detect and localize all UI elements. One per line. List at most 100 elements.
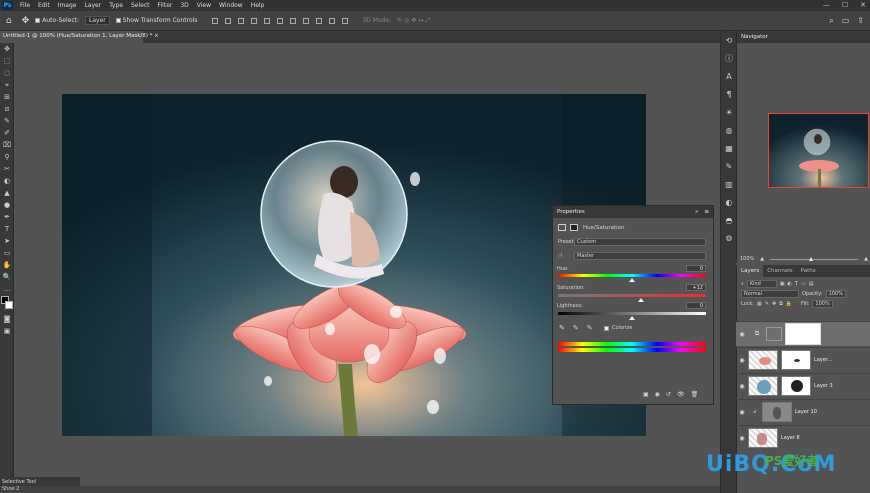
navigator-zoom-value[interactable]: 100% [740,256,754,262]
lock-pixels-icon[interactable]: ▦ [757,301,762,307]
tab-layers[interactable]: Layers [737,265,764,277]
paragraph-icon[interactable]: ¶ [721,85,737,103]
styles-icon[interactable]: ◓ [721,211,737,229]
3d-scale-icon[interactable]: ⤢ [425,17,430,25]
lock-position-icon[interactable]: ✥ [772,301,776,307]
color-swatches[interactable] [0,295,13,313]
history-brush-icon[interactable]: ✂ [0,163,14,175]
reset-icon[interactable]: ↺ [666,391,671,398]
crop-tool-icon[interactable]: ⊞ [0,91,14,103]
hue-slider-track[interactable] [558,274,706,277]
background-color[interactable] [5,301,13,309]
menu-type[interactable]: Type [105,2,127,9]
screen-mode-icon[interactable]: ▣ [0,325,14,337]
marquee-tool-icon[interactable]: ⬚ [0,55,14,67]
zoom-in-icon[interactable]: ▲ [864,256,868,262]
tab-channels[interactable]: Channels [763,265,796,277]
zoom-out-icon[interactable]: ▲ [760,256,764,262]
transform-controls-checkbox[interactable] [115,18,121,23]
align-left-icon[interactable] [212,17,219,24]
chain-link-icon[interactable]: ⧉ [748,330,766,338]
preset-dropdown[interactable]: Custom [574,238,706,246]
menu-help[interactable]: Help [247,2,269,9]
visibility-eye-icon[interactable]: ◉ [736,357,748,364]
collapse-icon[interactable]: » [695,209,698,215]
eyedropper-tool-icon[interactable]: ✎ [0,115,14,127]
navigator-thumbnail[interactable] [768,113,869,188]
lightness-slider-track[interactable] [558,312,706,315]
quick-select-tool-icon[interactable]: ⌖ [0,79,14,91]
path-select-icon[interactable]: ➤ [0,235,14,247]
distribute-horizontal-icon[interactable] [316,17,323,24]
menu-image[interactable]: Image [54,2,81,9]
move-tool-icon[interactable]: ✥ [22,16,30,26]
swatches-icon[interactable]: ▦ [721,139,737,157]
align-right-icon[interactable] [238,17,245,24]
pen-tool-icon[interactable]: ✒ [0,211,14,223]
blend-mode-dropdown[interactable]: Normal [741,290,799,298]
saturation-value[interactable]: +12 [686,284,706,291]
auto-select-target-dropdown[interactable]: Layer [85,16,110,25]
hand-tool-icon[interactable]: ✋ [0,259,14,271]
lock-artboard-icon[interactable]: ⧉ [779,301,783,307]
targeted-adjust-icon[interactable]: ☝ [558,251,563,260]
auto-select-checkbox[interactable] [35,18,41,23]
align-middle-icon[interactable] [264,17,271,24]
menu-window[interactable]: Window [215,2,247,9]
minimize-button[interactable]: — [823,1,830,9]
hue-slider-knob[interactable] [629,278,635,282]
lasso-tool-icon[interactable]: ◌ [0,67,14,79]
filter-pixel-icon[interactable]: ▣ [780,281,785,287]
lightness-slider-knob[interactable] [629,316,635,320]
home-icon[interactable]: ⌂ [6,16,12,26]
lock-all-icon[interactable]: 🔒 [786,301,792,307]
3d-rotate-icon[interactable]: ↻ [397,17,402,24]
align-to-icon[interactable] [342,17,349,24]
libraries-icon[interactable]: ▥ [721,175,737,193]
blur-tool-icon[interactable]: ● [0,199,14,211]
fill-input[interactable]: 100% [812,300,833,308]
eyedropper-icon[interactable]: ✎ [559,324,565,332]
history-icon[interactable]: ⟲ [721,31,737,49]
opacity-input[interactable]: 100% [825,290,846,298]
colorize-checkbox[interactable] [604,325,609,331]
info-icon[interactable]: ⓘ [721,49,737,67]
layer-row[interactable]: ◉ Layer... [736,347,870,372]
mask-icon[interactable] [570,224,578,231]
align-center-icon[interactable] [225,17,232,24]
filter-shape-icon[interactable]: ▭ [801,281,806,287]
saturation-slider-knob[interactable] [637,298,644,302]
eraser-tool-icon[interactable]: ◐ [0,175,14,187]
lock-paint-icon[interactable]: ✎ [765,301,769,307]
align-top-icon[interactable] [251,17,258,24]
layer-row[interactable]: ◉ Layer 8 [736,425,870,450]
move-tool-icon[interactable]: ✥ [0,43,14,55]
quick-mask-icon[interactable]: ◙ [0,313,14,325]
search-icon[interactable]: ⌕ [829,16,833,26]
zoom-slider-knob[interactable] [808,256,813,261]
menu-layer[interactable]: Layer [80,2,105,9]
visibility-eye-icon[interactable]: ◉ [736,435,748,442]
healing-brush-icon[interactable]: ✐ [0,127,14,139]
3d-roll-icon[interactable]: ◎ [404,17,409,24]
distribute-icon[interactable] [290,17,297,24]
visibility-eye-icon[interactable]: ◉ [736,383,748,390]
maximize-button[interactable]: ☐ [842,1,848,9]
saturation-slider-track[interactable] [558,294,706,297]
more-tools-icon[interactable]: … [0,283,14,295]
menu-file[interactable]: File [16,2,34,9]
layer-row[interactable]: ◉ Layer 3 [736,373,870,398]
close-window-button[interactable]: ✕ [860,1,866,9]
menu-select[interactable]: Select [127,2,154,9]
lightbulb-icon[interactable]: ☀ [721,103,737,121]
share-icon[interactable]: ⇪ [857,16,864,25]
adjustments-icon[interactable]: ◐ [721,193,737,211]
zoom-tool-icon[interactable]: 🔍 [0,271,14,283]
visibility-eye-icon[interactable]: ◉ [736,409,748,416]
tab-paths[interactable]: Paths [797,265,820,277]
filter-smart-icon[interactable]: ▤ [809,281,814,287]
3d-pan-icon[interactable]: ✥ [411,17,416,24]
filter-type-icon[interactable]: T [795,281,798,287]
menu-view[interactable]: View [193,2,215,9]
menu-3d[interactable]: 3D [176,2,192,9]
